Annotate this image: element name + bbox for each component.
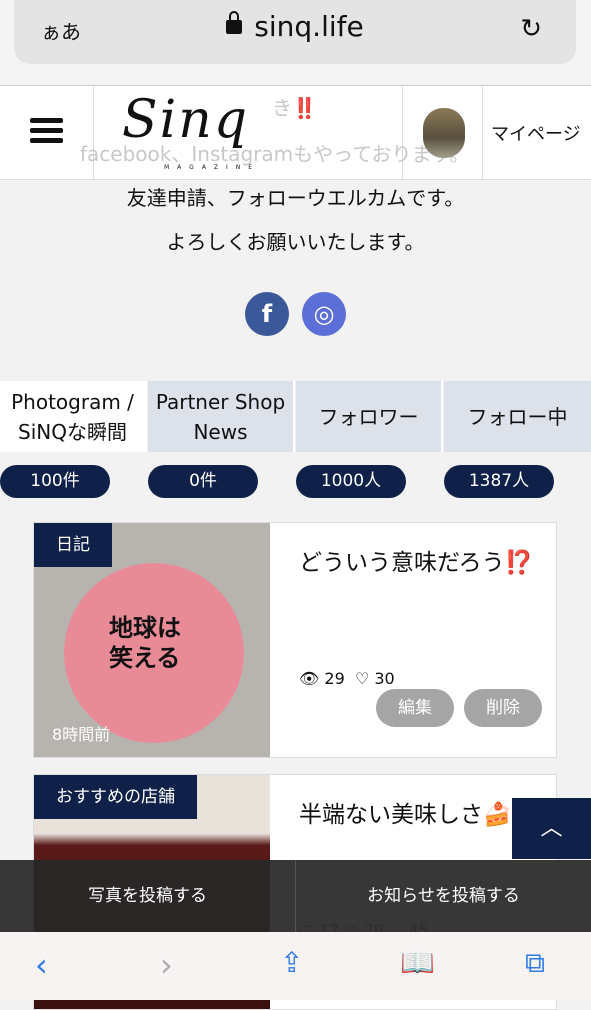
delete-button[interactable]: 削除 (464, 689, 542, 727)
hamburger-icon (30, 118, 63, 123)
hamburger-line (30, 128, 63, 133)
heart-icon: ♡ (354, 669, 370, 688)
post-card[interactable]: 地球は笑える 日記 8時間前 どういう意味だろう⁉️ 👁 29 ♡ 30 編集 … (33, 522, 557, 758)
profile-tabs: Photogram / SiNQな瞬間 Partner Shop News フォ… (0, 381, 591, 452)
count-badge: 100件 (0, 465, 110, 498)
browser-bar: ぁあ sinq.life ↻ (0, 0, 591, 85)
url-text[interactable]: sinq.life (254, 10, 363, 43)
back-icon[interactable]: ‹ (35, 946, 48, 984)
site-header: Sinq MAGAZINE き‼️ facebook、Instagramもやって… (0, 85, 591, 180)
count-badge: 1387人 (444, 465, 554, 498)
reload-icon[interactable]: ↻ (520, 14, 542, 44)
post-photo-button[interactable]: 写真を投稿する (0, 860, 296, 932)
tab-followers[interactable]: フォロワー (296, 381, 443, 452)
forward-icon[interactable]: › (160, 946, 173, 984)
category-badge: おすすめの店舗 (34, 775, 197, 819)
safari-toolbar: ‹ › ⇪ 📖 ⧉ (0, 932, 591, 1000)
hamburger-line (30, 138, 63, 143)
tab-following[interactable]: フォロー中 (444, 381, 591, 452)
edit-button[interactable]: 編集 (376, 689, 454, 727)
avatar (423, 108, 465, 158)
chevron-up-icon: ︿ (540, 816, 563, 841)
tabs-icon[interactable]: ⧉ (525, 946, 545, 980)
scroll-to-top-button[interactable]: ︿ (512, 798, 591, 859)
post-news-button[interactable]: お知らせを投稿する (296, 860, 591, 932)
timestamp: 8時間前 (52, 725, 111, 744)
intro-line: 友達申請、フォローウエルカムです。 (126, 186, 465, 210)
bookmarks-icon[interactable]: 📖 (400, 946, 435, 979)
facebook-icon[interactable]: f (245, 292, 289, 336)
count-badge: 1000人 (296, 465, 406, 498)
scrolled-text: き‼️ (272, 96, 317, 120)
post-title[interactable]: どういう意味だろう⁉️ (299, 543, 549, 583)
like-count: 30 (374, 669, 395, 688)
share-icon[interactable]: ⇪ (280, 946, 303, 979)
avatar-cell[interactable] (403, 86, 483, 180)
post-image[interactable]: 地球は笑える 日記 8時間前 (34, 523, 270, 757)
instagram-icon[interactable]: ◎ (302, 292, 346, 336)
image-text: 地球は笑える (109, 614, 181, 672)
count-badge: 0件 (148, 465, 258, 498)
category-badge: 日記 (34, 523, 112, 567)
mypage-link[interactable]: マイページ (491, 120, 581, 146)
post-action-bar: 写真を投稿する お知らせを投稿する (0, 860, 591, 932)
lock-icon (226, 11, 243, 34)
eye-icon: 👁 (299, 669, 320, 688)
tab-partner-shop-news[interactable]: Partner Shop News (148, 381, 295, 452)
intro-line: よろしくお願いいたします。 (166, 230, 425, 254)
tab-photogram[interactable]: Photogram / SiNQな瞬間 (0, 381, 147, 452)
address-bar[interactable]: ぁあ sinq.life ↻ (14, 0, 576, 64)
view-count: 29 (324, 669, 345, 688)
